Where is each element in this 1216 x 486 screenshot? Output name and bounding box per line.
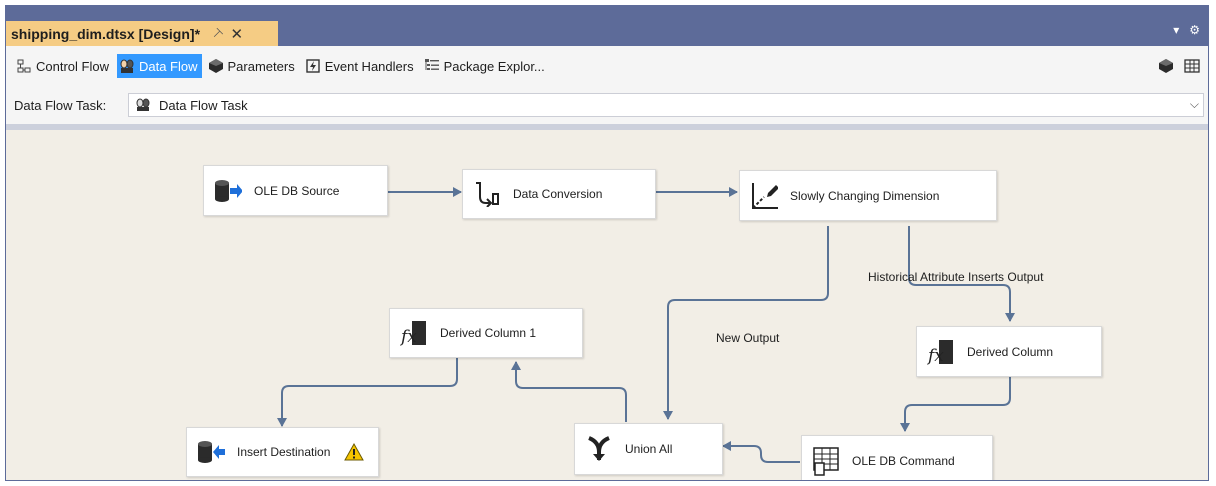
fx-icon: fx: [400, 319, 428, 347]
path-union-to-derived-column-1: [511, 361, 627, 422]
path-derived-column-1-to-destination: [277, 358, 458, 427]
data-flow-icon: [119, 58, 135, 74]
path-label-new-output: New Output: [716, 331, 780, 345]
component-label: Insert Destination: [237, 445, 331, 459]
component-label: Data Conversion: [513, 187, 603, 201]
dropdown-icon[interactable]: ▾: [1173, 23, 1179, 37]
data-flow-task-icon: [135, 98, 151, 112]
task-selector-bar: Data Flow Task: Data Flow Task ⌵: [6, 86, 1208, 124]
component-ole-db-source[interactable]: OLE DB Source: [203, 165, 388, 216]
tab-label: Package Explor...: [443, 58, 545, 74]
component-label: OLE DB Source: [254, 183, 340, 198]
control-flow-icon: [16, 58, 32, 74]
task-selector-label: Data Flow Task:: [14, 97, 107, 113]
ole-db-destination-icon: [197, 438, 225, 466]
component-ole-db-command[interactable]: OLE DB Command: [801, 435, 993, 480]
path-command-to-union: [722, 441, 800, 463]
tab-label: Event Handlers: [324, 58, 414, 74]
component-data-conversion[interactable]: Data Conversion: [462, 169, 656, 219]
component-derived-column-1[interactable]: fx Derived Column 1: [389, 308, 583, 358]
warning-icon[interactable]: [344, 443, 365, 461]
document-tab[interactable]: shipping_dim.dtsx [Design]* ⊣ ✕: [6, 21, 278, 46]
package-designer-window: shipping_dim.dtsx [Design]* ⊣ ✕ ▾ ⚙ Cont…: [5, 5, 1209, 481]
union-all-icon: [585, 435, 613, 463]
chevron-down-icon[interactable]: ⌵: [1190, 97, 1199, 112]
component-label: OLE DB Command: [852, 454, 955, 468]
parameters-icon: [208, 58, 224, 74]
toolbox-icon[interactable]: [1158, 58, 1174, 79]
fx-icon: fx: [927, 338, 955, 366]
tab-parameters[interactable]: Parameters: [206, 54, 299, 78]
tab-label: Data Flow: [138, 58, 198, 74]
gear-icon[interactable]: ⚙: [1189, 23, 1200, 37]
tab-label: Parameters: [227, 58, 295, 74]
component-derived-column[interactable]: fx Derived Column: [916, 326, 1102, 377]
component-slowly-changing-dimension[interactable]: Slowly Changing Dimension: [739, 170, 997, 221]
path-label-historical: Historical Attribute Inserts Output: [868, 270, 1044, 284]
component-label: Union All: [625, 442, 673, 456]
task-selector-value: Data Flow Task: [159, 97, 248, 113]
component-label: Derived Column 1: [440, 326, 537, 340]
pin-icon[interactable]: ⊣: [209, 25, 226, 42]
data-conversion-icon: [473, 180, 501, 208]
svg-text:fx: fx: [927, 346, 944, 365]
document-tab-strip: shipping_dim.dtsx [Design]* ⊣ ✕ ▾ ⚙: [6, 6, 1208, 46]
component-label: Slowly Changing Dimension: [790, 188, 940, 203]
ole-db-command-icon: [812, 447, 840, 476]
ole-db-source-icon: [214, 177, 242, 205]
data-flow-canvas[interactable]: OLE DB Source Data Conversion Slowly Cha…: [6, 130, 1208, 480]
designer-tab-bar: Control Flow Data Flow Parameters Event …: [6, 46, 1208, 86]
task-selector-dropdown[interactable]: Data Flow Task ⌵: [128, 93, 1204, 117]
path-derived-column-to-command: [900, 377, 1011, 432]
variables-grid-icon[interactable]: [1184, 58, 1200, 79]
close-icon[interactable]: ✕: [230, 25, 243, 43]
tab-label: Control Flow: [36, 58, 109, 74]
svg-text:fx: fx: [400, 327, 417, 346]
package-explorer-icon: [424, 58, 440, 74]
component-label: Derived Column: [967, 344, 1054, 359]
tab-event-handlers[interactable]: Event Handlers: [303, 54, 418, 78]
tab-control-flow[interactable]: Control Flow: [14, 54, 113, 78]
path-scd-new-output: [663, 226, 829, 420]
event-handlers-icon: [305, 58, 321, 74]
component-union-all[interactable]: Union All: [574, 423, 723, 475]
tab-data-flow[interactable]: Data Flow: [116, 54, 202, 78]
slowly-changing-dimension-icon: [750, 182, 778, 210]
tab-package-explorer[interactable]: Package Explor...: [422, 54, 549, 78]
component-insert-destination[interactable]: Insert Destination: [186, 427, 379, 477]
document-tab-title: shipping_dim.dtsx [Design]*: [11, 25, 201, 42]
